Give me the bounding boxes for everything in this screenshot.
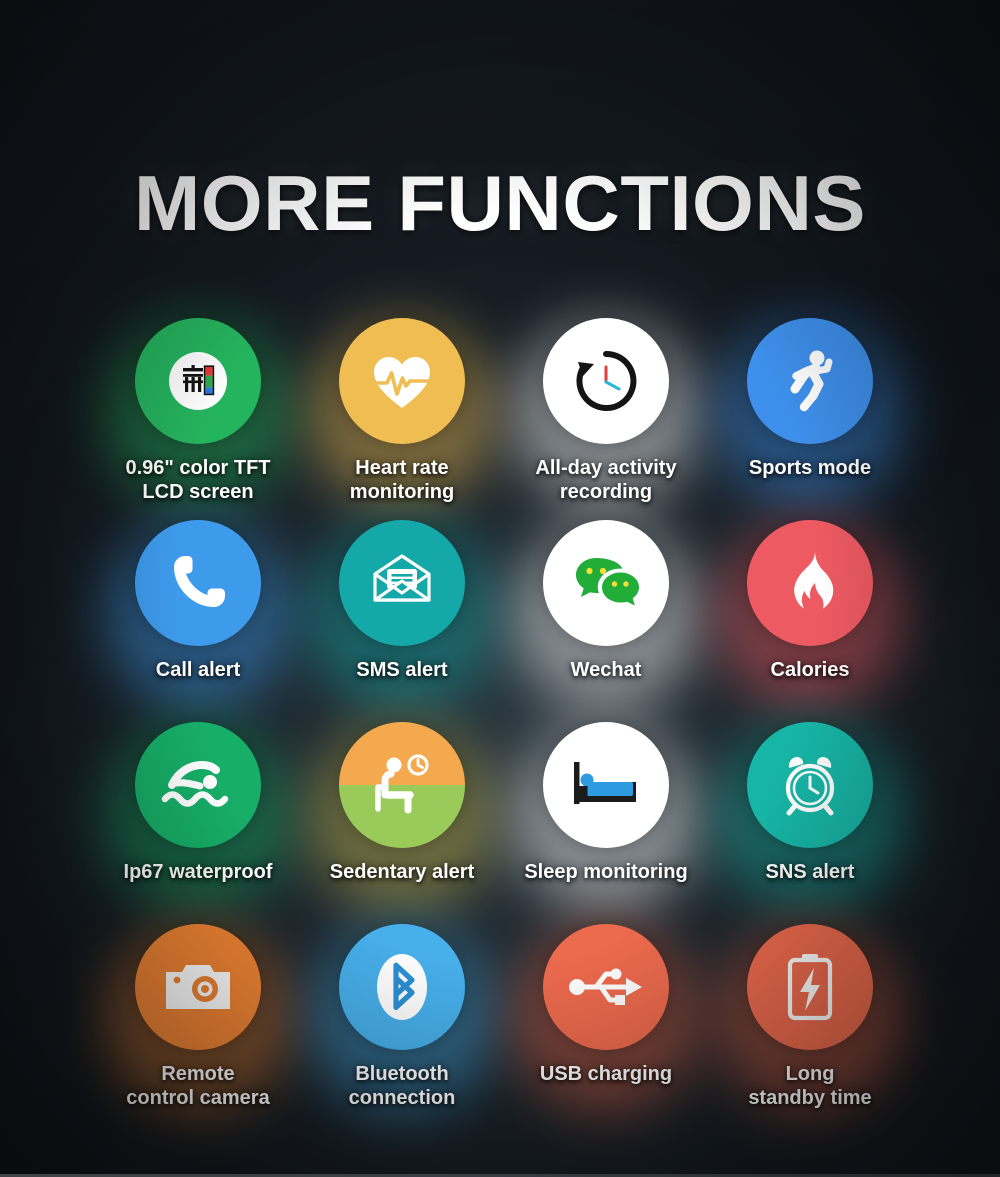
feature-item-waterproof[interactable]: Ip67 waterproof bbox=[96, 722, 300, 924]
feature-icon-circle bbox=[135, 924, 261, 1050]
feature-item-calories[interactable]: Calories bbox=[708, 520, 912, 722]
feature-label: Wechat bbox=[570, 659, 642, 681]
feature-icon-circle bbox=[543, 924, 669, 1050]
camera-icon bbox=[166, 965, 230, 1009]
feature-label: Call alert bbox=[155, 659, 241, 681]
feature-icon-circle bbox=[747, 318, 873, 444]
feature-item-sns-alert[interactable]: SNS alert bbox=[708, 722, 912, 924]
swimmer-icon bbox=[161, 760, 229, 807]
feature-icon-circle bbox=[339, 924, 465, 1050]
clock-history-icon bbox=[576, 350, 637, 411]
feature-item-wechat[interactable]: Wechat bbox=[504, 520, 708, 722]
feature-item-bluetooth[interactable]: Bluetooth connection bbox=[300, 924, 504, 1126]
feature-item-usb-charging[interactable]: USB charging bbox=[504, 924, 708, 1126]
feature-label: Bluetooth connection bbox=[348, 1063, 456, 1109]
feature-label: Sedentary alert bbox=[329, 861, 475, 883]
flame-icon bbox=[794, 551, 834, 609]
feature-item-activity-recording[interactable]: All-day activity recording bbox=[504, 318, 708, 520]
color-screen-icon bbox=[169, 352, 227, 410]
feature-item-sms-alert[interactable]: SMS alert bbox=[300, 520, 504, 722]
feature-label: Sleep monitoring bbox=[524, 861, 688, 883]
alarm-clock-icon bbox=[785, 757, 835, 816]
feature-label: Sports mode bbox=[748, 457, 872, 479]
feature-label: USB charging bbox=[539, 1063, 673, 1085]
bluetooth-icon bbox=[377, 954, 427, 1020]
feature-grid: 0.96" color TFT LCD screen Heart rate mo… bbox=[96, 318, 912, 1126]
feature-item-sports-mode[interactable]: Sports mode bbox=[708, 318, 912, 520]
wechat-bubbles-icon bbox=[576, 558, 639, 606]
feature-item-sedentary-alert[interactable]: Sedentary alert bbox=[300, 722, 504, 924]
feature-label: Ip67 waterproof bbox=[123, 861, 273, 883]
feature-item-tft-screen[interactable]: 0.96" color TFT LCD screen bbox=[96, 318, 300, 520]
heart-pulse-icon bbox=[369, 357, 435, 408]
running-person-icon bbox=[790, 350, 833, 412]
feature-label: SNS alert bbox=[765, 861, 855, 883]
feature-icon-circle bbox=[135, 722, 261, 848]
feature-icon-circle bbox=[747, 722, 873, 848]
promo-page: MORE FUNCTIONS 0.96" color TFT LCD scree… bbox=[0, 0, 1000, 1177]
feature-icon-circle bbox=[339, 520, 465, 646]
feature-icon-circle bbox=[747, 924, 873, 1050]
feature-label: All-day activity recording bbox=[535, 457, 677, 503]
usb-icon bbox=[569, 968, 642, 1005]
feature-label: Remote control camera bbox=[126, 1063, 270, 1109]
phone-handset-icon bbox=[174, 556, 225, 607]
feature-label: Long standby time bbox=[748, 1063, 872, 1109]
feature-icon-circle bbox=[543, 318, 669, 444]
feature-item-long-standby[interactable]: Long standby time bbox=[708, 924, 912, 1126]
feature-icon-circle bbox=[135, 318, 261, 444]
feature-icon-circle bbox=[543, 722, 669, 848]
feature-icon-circle bbox=[339, 318, 465, 444]
feature-item-call-alert[interactable]: Call alert bbox=[96, 520, 300, 722]
feature-icon-circle bbox=[339, 722, 465, 848]
sitting-person-clock-icon bbox=[375, 754, 429, 814]
feature-label: Calories bbox=[770, 659, 850, 681]
feature-item-sleep-monitoring[interactable]: Sleep monitoring bbox=[504, 722, 708, 924]
feature-item-remote-camera[interactable]: Remote control camera bbox=[96, 924, 300, 1126]
envelope-message-icon bbox=[373, 554, 431, 602]
feature-icon-circle bbox=[135, 520, 261, 646]
feature-icon-circle bbox=[543, 520, 669, 646]
feature-label: Heart rate monitoring bbox=[349, 457, 455, 503]
battery-bolt-icon bbox=[787, 954, 833, 1021]
feature-label: 0.96" color TFT LCD screen bbox=[125, 457, 271, 503]
page-title: MORE FUNCTIONS bbox=[133, 159, 867, 248]
feature-item-heart-rate[interactable]: Heart rate monitoring bbox=[300, 318, 504, 520]
feature-icon-circle bbox=[747, 520, 873, 646]
bed-sleep-icon bbox=[574, 762, 636, 804]
feature-label: SMS alert bbox=[356, 659, 448, 681]
